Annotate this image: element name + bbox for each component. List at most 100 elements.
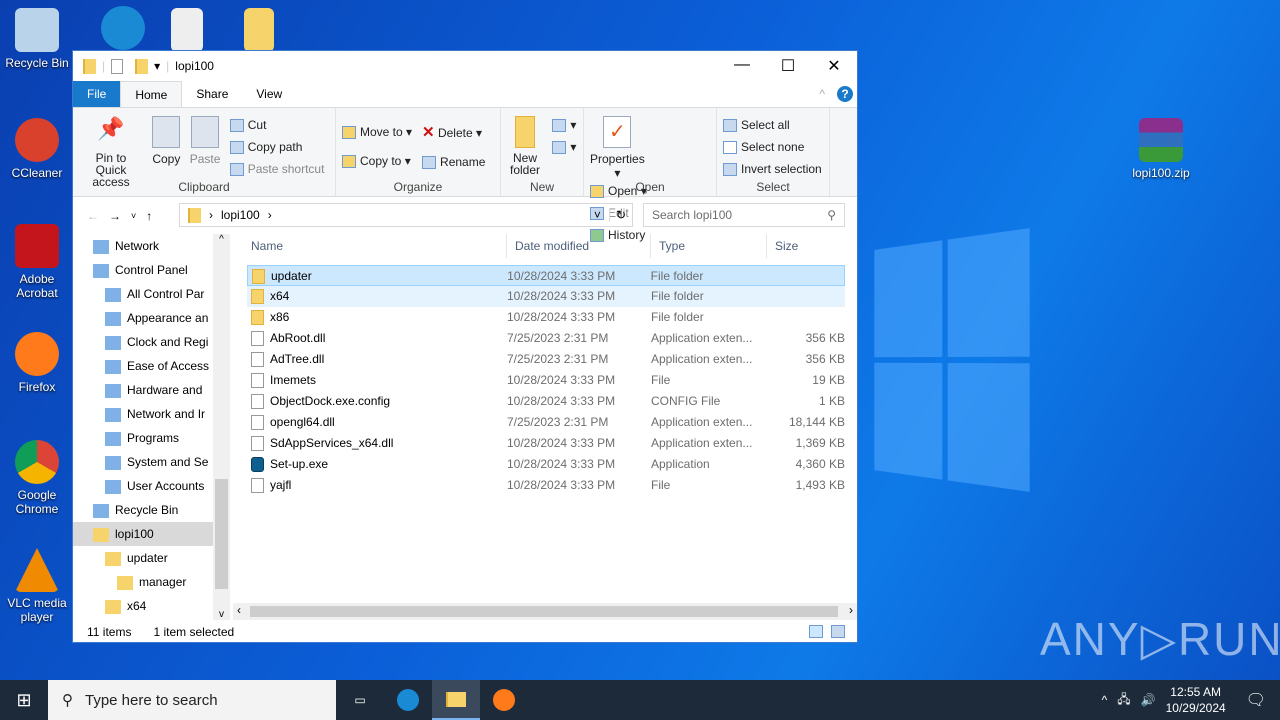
taskbar-file-explorer[interactable]	[432, 680, 480, 720]
forward-button[interactable]: →	[109, 209, 121, 223]
properties-button[interactable]: ✓ Properties ▾	[590, 114, 645, 180]
copy-to-button[interactable]: Copy to ▾	[342, 147, 412, 176]
desktop-icon-edge[interactable]	[86, 6, 160, 54]
tab-file[interactable]: File	[73, 81, 121, 107]
column-date-modified[interactable]: Date modified	[507, 234, 651, 258]
nav-item[interactable]: Programs	[73, 426, 230, 450]
file-row[interactable]: ObjectDock.exe.config 10/28/2024 3:33 PM C…	[247, 391, 845, 412]
new-item-button[interactable]: ▾	[552, 114, 576, 136]
navigation-pane: Network Control Panel All Control Par Appea…	[73, 234, 230, 620]
nav-item[interactable]: manager	[73, 570, 230, 594]
easy-access-button[interactable]: ▾	[552, 136, 576, 158]
nav-item[interactable]: x64	[73, 594, 230, 618]
nav-item[interactable]: Appearance an	[73, 306, 230, 330]
nav-item[interactable]: Hardware and	[73, 378, 230, 402]
label: Properties	[590, 152, 645, 166]
nav-item[interactable]: Control Panel	[73, 258, 230, 282]
volume-icon[interactable]: 🔊	[1141, 693, 1156, 707]
file-row[interactable]: yajfl 10/28/2024 3:33 PM File 1,493 KB	[247, 475, 845, 496]
cut-button[interactable]: Cut	[229, 114, 325, 136]
file-row[interactable]: SdAppServices_x64.dll 10/28/2024 3:33 PM A…	[247, 433, 845, 454]
desktop-icon-recycle-bin[interactable]: Recycle Bin	[0, 8, 74, 70]
delete-button[interactable]: ✕ Delete ▾	[422, 118, 485, 148]
nav-item[interactable]: System and Se	[73, 450, 230, 474]
nav-label: User Accounts	[127, 479, 205, 493]
invert-selection-button[interactable]: Invert selection	[723, 158, 823, 180]
search-input[interactable]: Search lopi100 ⚲	[643, 203, 845, 227]
nav-item[interactable]: Network	[73, 234, 230, 258]
desktop-icon-chrome[interactable]: Google Chrome	[0, 440, 74, 516]
nav-item[interactable]: Network and Ir	[73, 402, 230, 426]
file-row[interactable]: x64 10/28/2024 3:33 PM File folder	[247, 286, 845, 307]
desktop-icon-lopi100-zip[interactable]: lopi100.zip	[1124, 118, 1198, 180]
move-to-button[interactable]: Move to ▾	[342, 118, 412, 147]
refresh-button[interactable]: ↻	[608, 208, 632, 222]
nav-item[interactable]: All Control Par	[73, 282, 230, 306]
file-row[interactable]: x86 10/28/2024 3:33 PM File folder	[247, 307, 845, 328]
horizontal-scrollbar[interactable]: ‹ ›	[233, 603, 857, 620]
properties-quick-icon[interactable]	[111, 58, 124, 74]
nav-scrollbar[interactable]: ^ v	[213, 234, 230, 620]
clock[interactable]: 12:55 AM 10/29/2024	[1166, 684, 1226, 716]
desktop-icon-image-file[interactable]	[150, 8, 224, 56]
file-row[interactable]: updater 10/28/2024 3:33 PM File folder	[247, 265, 845, 286]
pin-to-quick-access-button[interactable]: 📌 Pin to Quick access	[79, 114, 143, 188]
tab-view[interactable]: View	[242, 81, 296, 107]
customize-quick-access-icon[interactable]: ▾	[154, 59, 160, 73]
select-none-button[interactable]: Select none	[723, 136, 823, 158]
column-size[interactable]: Size	[767, 234, 847, 258]
column-type[interactable]: Type	[651, 234, 767, 258]
desktop-icon-firefox[interactable]: Firefox	[0, 332, 74, 394]
desktop-icon-ccleaner[interactable]: CCleaner	[0, 118, 74, 180]
nav-item[interactable]: Ease of Access	[73, 354, 230, 378]
maximize-button[interactable]: ☐	[765, 56, 811, 76]
task-view-button[interactable]: ▭	[336, 680, 384, 720]
tab-home[interactable]: Home	[120, 81, 183, 107]
details-view-button[interactable]	[809, 625, 823, 638]
nav-item[interactable]: lopi100	[73, 522, 230, 546]
network-icon[interactable]: 🖧	[1117, 690, 1130, 711]
paste-shortcut-button[interactable]: Paste shortcut	[229, 158, 324, 180]
taskbar-firefox[interactable]	[480, 680, 528, 720]
taskbar-search[interactable]: ⚲ Type here to search	[48, 680, 336, 720]
column-name[interactable]: Name	[243, 234, 507, 258]
help-icon[interactable]: ?	[833, 81, 857, 107]
recent-locations-button[interactable]: ˅	[131, 211, 136, 221]
address-bar[interactable]: › lopi100 › ˅ ↻	[179, 203, 633, 227]
address-dropdown[interactable]: ˅	[594, 208, 601, 222]
up-button[interactable]: ↑	[146, 209, 152, 223]
file-date: 7/25/2023 2:31 PM	[507, 352, 609, 366]
collapse-ribbon-icon[interactable]: ^	[811, 81, 833, 107]
file-row[interactable]: Set-up.exe 10/28/2024 3:33 PM Application 4…	[247, 454, 845, 475]
select-all-button[interactable]: Select all	[723, 114, 823, 136]
tab-share[interactable]: Share	[182, 81, 242, 107]
close-button[interactable]: ✕	[811, 56, 857, 76]
large-icons-view-button[interactable]	[831, 625, 845, 638]
nav-item[interactable]: updater	[73, 546, 230, 570]
new-folder-quick-icon[interactable]	[135, 58, 149, 74]
taskbar-edge[interactable]	[384, 680, 432, 720]
nav-item[interactable]: Clock and Regi	[73, 330, 230, 354]
file-row[interactable]: AdTree.dll 7/25/2023 2:31 PM Application e…	[247, 349, 845, 370]
copy-path-button[interactable]: Copy path	[229, 136, 325, 158]
nav-item[interactable]: Recycle Bin	[73, 498, 230, 522]
rename-button[interactable]: Rename	[422, 148, 485, 177]
show-hidden-icons[interactable]: ^	[1102, 693, 1108, 707]
nav-item[interactable]: User Accounts	[73, 474, 230, 498]
file-row[interactable]: Imemets 10/28/2024 3:33 PM File 19 KB	[247, 370, 845, 391]
file-row[interactable]: AbRoot.dll 7/25/2023 2:31 PM Application e…	[247, 328, 845, 349]
start-button[interactable]: ⊞	[0, 680, 48, 720]
desktop-icon-folder[interactable]	[222, 8, 296, 56]
breadcrumb-lopi100[interactable]: lopi100	[221, 208, 260, 222]
notifications-icon[interactable]: 🗨	[1246, 690, 1266, 710]
file-date: 7/25/2023 2:31 PM	[507, 331, 609, 345]
file-row[interactable]: opengl64.dll 7/25/2023 2:31 PM Application…	[247, 412, 845, 433]
paste-button[interactable]: Paste	[190, 114, 220, 166]
back-button[interactable]: ←	[87, 209, 99, 223]
new-folder-button[interactable]: New folder	[507, 114, 543, 176]
desktop-icon-acrobat[interactable]: Adobe Acrobat	[0, 224, 74, 300]
minimize-button[interactable]: —	[719, 56, 765, 76]
copy-button[interactable]: Copy	[152, 114, 180, 166]
desktop-icon-vlc[interactable]: VLC media player	[0, 548, 74, 624]
file-size: 356 KB	[805, 352, 845, 366]
